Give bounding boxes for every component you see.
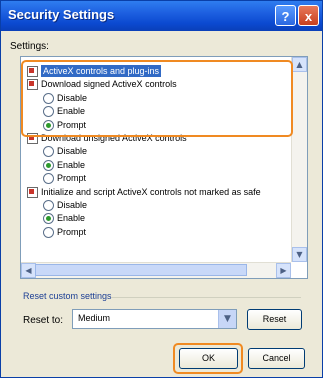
- highlight-box-ok: [173, 343, 243, 374]
- chevron-down-icon[interactable]: ▼: [218, 310, 236, 328]
- setting-option[interactable]: Enable: [21, 212, 289, 224]
- help-button[interactable]: ?: [275, 5, 296, 26]
- scroll-thumb[interactable]: [35, 264, 247, 276]
- highlight-box-activex: [21, 60, 293, 137]
- security-level-select[interactable]: Medium ▼: [72, 309, 237, 329]
- setting-option[interactable]: Enable: [21, 159, 289, 171]
- window-title: Security Settings: [8, 7, 115, 22]
- scroll-left-icon[interactable]: ◀: [21, 263, 36, 278]
- reset-button[interactable]: Reset: [247, 309, 302, 330]
- settings-label: Settings:: [10, 41, 49, 52]
- vertical-scrollbar[interactable]: ▲ ▼: [291, 57, 307, 262]
- setting-option[interactable]: Prompt: [21, 226, 289, 238]
- setting-label: Enable: [57, 160, 86, 170]
- security-level-value: Medium: [78, 313, 111, 323]
- setting-option[interactable]: Disable: [21, 199, 289, 211]
- setting-label: Enable: [57, 213, 86, 223]
- radio-icon[interactable]: [43, 200, 54, 211]
- title-bar: Security Settings ? x: [1, 1, 322, 31]
- reset-to-label: Reset to:: [23, 315, 64, 326]
- radio-icon[interactable]: [43, 173, 54, 184]
- radio-icon[interactable]: [43, 160, 54, 171]
- setting-label: Disable: [57, 200, 88, 210]
- setting-label: Prompt: [57, 173, 87, 183]
- group-divider: [111, 297, 301, 298]
- setting-option[interactable]: Disable: [21, 145, 289, 157]
- scroll-down-icon[interactable]: ▼: [292, 247, 307, 262]
- cancel-button[interactable]: Cancel: [248, 348, 305, 369]
- setting-label: Prompt: [57, 227, 87, 237]
- setting-label: Disable: [57, 146, 88, 156]
- horizontal-scrollbar[interactable]: ◀ ▶: [21, 262, 291, 278]
- scroll-right-icon[interactable]: ▶: [276, 263, 291, 278]
- setting-label: Initialize and script ActiveX controls n…: [41, 187, 261, 197]
- radio-icon[interactable]: [43, 146, 54, 157]
- scroll-up-icon[interactable]: ▲: [292, 57, 307, 72]
- security-settings-dialog: Security Settings ? x Settings: ActiveX …: [0, 0, 323, 378]
- radio-icon[interactable]: [43, 227, 54, 238]
- checkbox-icon[interactable]: [27, 187, 38, 198]
- reset-group-label: Reset custom settings: [23, 291, 112, 301]
- setting-category[interactable]: Initialize and script ActiveX controls n…: [21, 186, 289, 198]
- close-button[interactable]: x: [298, 5, 319, 26]
- setting-option[interactable]: Prompt: [21, 172, 289, 184]
- radio-icon[interactable]: [43, 213, 54, 224]
